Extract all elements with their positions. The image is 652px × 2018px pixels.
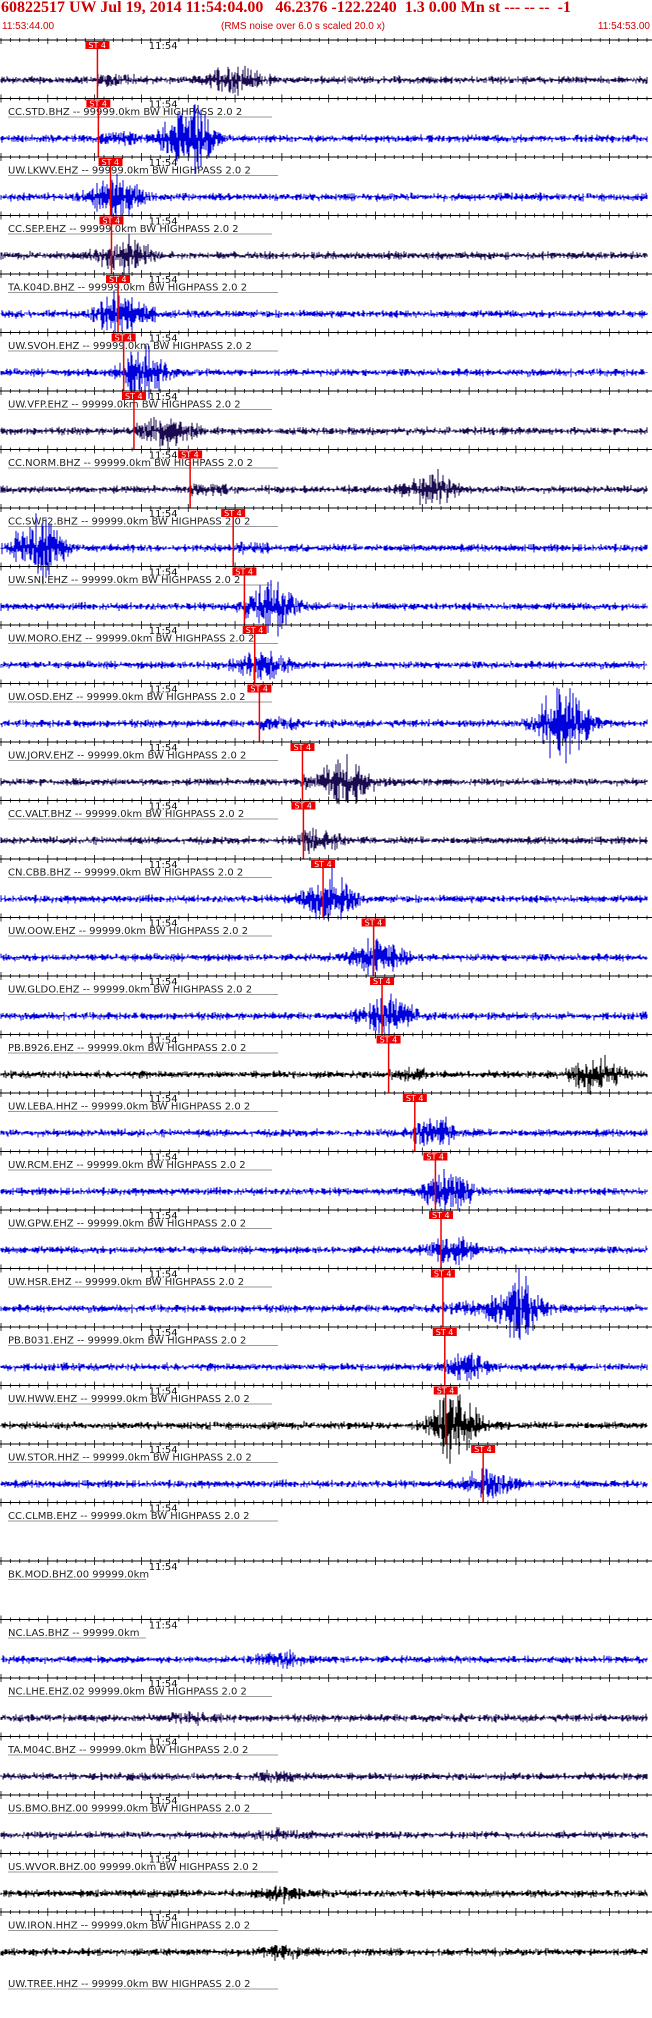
- station-label: US.BMO.BHZ.00 99999.0km BW HIGHPASS 2.0 …: [8, 1804, 250, 1815]
- waveform-trace: [0, 1169, 648, 1217]
- time-tick-label: 11:54: [149, 919, 178, 930]
- time-tick-label: 11:54: [149, 1211, 178, 1222]
- station-label: UW.STOR.HHZ -- 99999.0km BW HIGHPASS 2.0…: [8, 1453, 252, 1464]
- time-tick-label: 11:54: [149, 1621, 178, 1632]
- waveform-trace: [0, 1769, 648, 1783]
- station-label: NC.LHE.EHZ.02 99999.0km BW HIGHPASS 2.0 …: [8, 1687, 247, 1698]
- time-tick-label: 11:54: [149, 392, 178, 403]
- waveform-trace: [0, 1649, 648, 1669]
- time-tick-label: 11:54: [149, 1036, 178, 1047]
- station-label: PB.B031.EHZ -- 99999.0km BW HIGHPASS 2.0…: [8, 1336, 246, 1347]
- waveform-trace: [0, 1711, 648, 1726]
- waveform-trace: [0, 1352, 648, 1382]
- time-tick-label: 11:54: [149, 1445, 178, 1456]
- time-tick-label: 11:54: [149, 1796, 178, 1807]
- station-label: UW.SVOH.EHZ -- 99999.0km BW HIGHPASS 2.0…: [8, 341, 252, 352]
- station-label: UW.SNI.EHZ -- 99999.0km BW HIGHPASS 2.0 …: [8, 575, 240, 586]
- waveform-trace: [0, 1236, 648, 1266]
- scaling-note: (RMS noise over 6.0 s scaled 20.0 x): [221, 21, 385, 32]
- time-tick-label: 11:54: [149, 1153, 178, 1164]
- waveform-trace: [0, 1468, 648, 1499]
- end-time: 11:54:53.00: [597, 21, 650, 32]
- waveform-trace: [0, 233, 648, 275]
- station-label: TA.M04C.BHZ -- 99999.0km BW HIGHPASS 2.0…: [7, 1745, 248, 1756]
- station-label: US.WVOR.BHZ.00 99999.0km BW HIGHPASS 2.0…: [8, 1862, 258, 1873]
- time-tick-label: 11:54: [149, 509, 178, 520]
- time-tick-label: 11:54: [149, 802, 178, 813]
- waveform-trace: [0, 1116, 648, 1147]
- time-tick-label: 11:54: [149, 1504, 178, 1515]
- station-label: CC.CLMB.EHZ -- 99999.0km BW HIGHPASS 2.0…: [8, 1511, 250, 1522]
- station-label: CN.CBB.BHZ -- 99999.0km BW HIGHPASS 2.0 …: [8, 868, 243, 879]
- station-label: UW.HWW.EHZ -- 99999.0km BW HIGHPASS 2.0 …: [8, 1394, 250, 1405]
- start-time: 11:53:44.00: [2, 21, 55, 32]
- station-label: NC.LAS.BHZ -- 99999.0km: [8, 1628, 140, 1639]
- station-label: UW.LKWV.EHZ -- 99999.0km BW HIGHPASS 2.0…: [8, 166, 251, 177]
- time-tick-label: 11:54: [149, 334, 178, 345]
- station-label: UW.JORV.EHZ -- 99999.0km BW HIGHPASS 2.0…: [8, 751, 246, 762]
- station-label: CC.SWF2.BHZ -- 99999.0km BW HIGHPASS 2.0…: [8, 517, 250, 528]
- time-tick-label: 11:54: [149, 217, 178, 228]
- waveform-trace: [0, 827, 648, 855]
- waveform-trace: [0, 580, 648, 637]
- time-tick-label: 11:54: [149, 100, 178, 111]
- waveform-trace: [0, 469, 648, 505]
- station-label: UW.RCM.EHZ -- 99999.0km BW HIGHPASS 2.0 …: [8, 1160, 246, 1171]
- time-tick-label: 11:54: [149, 41, 178, 52]
- time-tick-label: 11:54: [149, 1387, 178, 1398]
- waveform-trace: [0, 1885, 648, 1905]
- time-tick-label: 11:54: [149, 743, 178, 754]
- station-label: UW.OOW.EHZ -- 99999.0km BW HIGHPASS 2.0 …: [8, 926, 248, 937]
- time-tick-label: 11:54: [149, 685, 178, 696]
- time-tick-label: 11:54: [149, 626, 178, 637]
- station-label: UW.GPW.EHZ -- 99999.0km BW HIGHPASS 2.0 …: [8, 1219, 246, 1230]
- station-label: CC.VALT.BHZ -- 99999.0km BW HIGHPASS 2.0…: [8, 809, 244, 820]
- waveform-trace: [0, 938, 648, 976]
- waveform-trace: [0, 650, 648, 681]
- station-label: UW.HSR.EHZ -- 99999.0km BW HIGHPASS 2.0 …: [8, 1277, 244, 1288]
- seismogram-stack: 11:54CC.STD.BHZ -- 99999.0km BW HIGHPASS…: [0, 38, 652, 1990]
- waveform-trace: [0, 290, 648, 333]
- time-tick-label: 11:54: [149, 1913, 178, 1924]
- header-bar: 60822517 UW Jul 19, 2014 11:54:04.00 46.…: [0, 0, 652, 38]
- time-tick-label: 11:54: [149, 1679, 178, 1690]
- time-tick-label: 11:54: [149, 1094, 178, 1105]
- waveform-trace: [0, 1944, 648, 1961]
- station-label: UW.GLDO.EHZ -- 99999.0km BW HIGHPASS 2.0…: [8, 985, 252, 996]
- waveform-trace: [0, 1054, 648, 1095]
- event-title: 60822517 UW Jul 19, 2014 11:54:04.00 46.…: [1, 0, 571, 16]
- station-label: CC.STD.BHZ -- 99999.0km BW HIGHPASS 2.0 …: [8, 107, 242, 118]
- station-label: TA.K04D.BHZ -- 99999.0km BW HIGHPASS 2.0…: [7, 283, 247, 294]
- station-label: UW.LEBA.HHZ -- 99999.0km BW HIGHPASS 2.0…: [8, 1102, 250, 1113]
- waveform-trace: [0, 754, 648, 805]
- time-tick-label: 11:54: [149, 158, 178, 169]
- station-label: UW.IRON.HHZ -- 99999.0km BW HIGHPASS 2.0…: [8, 1921, 250, 1932]
- time-tick-label: 11:54: [149, 1562, 178, 1573]
- time-tick-label: 11:54: [149, 977, 178, 988]
- time-tick-label: 11:54: [149, 1328, 178, 1339]
- waveform-trace: [0, 1827, 648, 1842]
- time-tick-label: 11:54: [149, 568, 178, 579]
- time-tick-label: 11:54: [149, 1270, 178, 1281]
- waveform-trace: [0, 417, 648, 451]
- station-label: CC.SEP.EHZ -- 99999.0km BW HIGHPASS 2.0 …: [8, 224, 239, 235]
- time-tick-label: 11:54: [149, 860, 178, 871]
- station-label: PB.B926.EHZ -- 99999.0km BW HIGHPASS 2.0…: [8, 1043, 246, 1054]
- station-label: UW.VFP.EHZ -- 99999.0km BW HIGHPASS 2.0 …: [8, 400, 241, 411]
- station-label: BK.MOD.BHZ.00 99999.0km: [8, 1570, 149, 1581]
- station-label: UW.TREE.HHZ -- 99999.0km BW HIGHPASS 2.0…: [8, 1979, 251, 1990]
- time-tick-label: 11:54: [149, 1855, 178, 1866]
- time-tick-label: 11:54: [149, 275, 178, 286]
- station-label: CC.NORM.BHZ -- 99999.0km BW HIGHPASS 2.0…: [8, 458, 253, 469]
- station-label: UW.MORO.EHZ -- 99999.0km BW HIGHPASS 2.0…: [8, 634, 255, 645]
- station-label: UW.OSD.EHZ -- 99999.0km BW HIGHPASS 2.0 …: [8, 692, 246, 703]
- time-tick-label: 11:54: [149, 1738, 178, 1749]
- time-tick-label: 11:54: [149, 451, 178, 462]
